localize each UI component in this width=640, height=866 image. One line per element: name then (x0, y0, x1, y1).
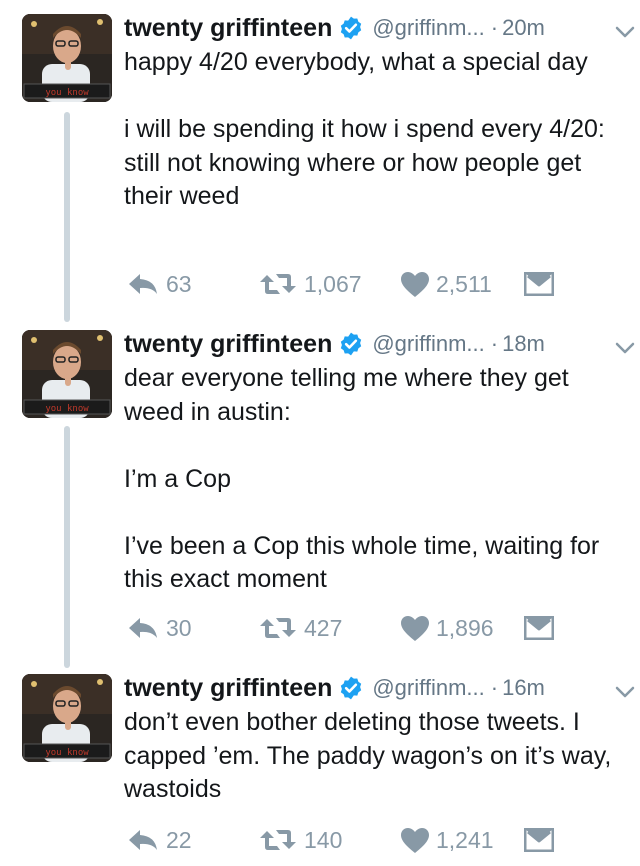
reply-button[interactable]: 30 (126, 610, 192, 646)
reply-count: 30 (166, 614, 192, 641)
retweet-button[interactable]: 140 (258, 822, 342, 858)
chevron-down-icon[interactable] (614, 24, 636, 40)
tweet-text: dear everyone telling me where they get … (124, 364, 600, 593)
timestamp[interactable]: 20m (502, 15, 545, 41)
reply-count: 22 (166, 826, 192, 853)
direct-message-button[interactable] (524, 266, 554, 302)
avatar-caption: you know (45, 748, 89, 758)
display-name[interactable]: twenty griffinteen (124, 14, 332, 43)
verified-badge-icon (338, 331, 364, 357)
tweet-header: twenty griffinteen @griffinm... · 20m (124, 10, 624, 46)
user-handle[interactable]: @griffinm... (372, 331, 484, 357)
heart-icon (401, 615, 429, 641)
reply-icon (129, 830, 157, 850)
heart-icon (401, 827, 429, 853)
direct-message-icon (524, 272, 554, 296)
retweet-count: 140 (304, 826, 343, 853)
tweet-actions: 22 140 1,241 (124, 822, 564, 858)
separator-dot: · (490, 15, 499, 40)
reply-button[interactable]: 63 (126, 266, 192, 302)
tweet-content: twenty griffinteen @griffinm... · 16m do… (124, 670, 624, 807)
heart-icon (401, 271, 429, 297)
tweet[interactable]: you know twenty griffinteen @griffinm...… (0, 316, 640, 668)
thread-line (64, 112, 70, 322)
timestamp[interactable]: 16m (502, 675, 545, 701)
separator-dot: · (490, 331, 499, 356)
retweet-icon (260, 618, 296, 638)
display-name[interactable]: twenty griffinteen (124, 674, 332, 703)
like-count: 1,241 (436, 826, 494, 853)
tweet-content: twenty griffinteen @griffinm... · 20m ha… (124, 10, 624, 214)
verified-badge-icon (338, 15, 364, 41)
verified-badge-icon (338, 675, 364, 701)
display-name[interactable]: twenty griffinteen (124, 330, 332, 359)
timestamp[interactable]: 18m (502, 331, 545, 357)
tweet-thread: you know twenty griffinteen @griffinm...… (0, 0, 640, 866)
reply-count: 63 (166, 270, 192, 297)
like-button[interactable]: 2,511 (400, 266, 492, 302)
retweet-button[interactable]: 1,067 (258, 266, 362, 302)
avatar[interactable]: you know (22, 14, 112, 102)
retweet-count: 1,067 (304, 270, 362, 297)
retweet-icon (260, 274, 296, 294)
avatar[interactable]: you know (22, 330, 112, 418)
retweet-icon (260, 830, 296, 850)
tweet-text: don’t even bother deleting those tweets.… (124, 708, 619, 803)
chevron-down-icon[interactable] (614, 340, 636, 356)
tweet-actions: 30 427 1,896 (124, 610, 564, 646)
user-handle[interactable]: @griffinm... (372, 675, 484, 701)
avatar-caption: you know (45, 88, 89, 98)
like-count: 1,896 (436, 614, 494, 641)
direct-message-icon (524, 616, 554, 640)
retweet-count: 427 (304, 614, 343, 641)
separator-dot: · (490, 675, 499, 700)
like-button[interactable]: 1,241 (400, 822, 494, 858)
retweet-button[interactable]: 427 (258, 610, 342, 646)
tweet-content: twenty griffinteen @griffinm... · 18m de… (124, 326, 624, 597)
tweet-header: twenty griffinteen @griffinm... · 16m (124, 670, 624, 706)
tweet-text: happy 4/20 everybody, what a special day… (124, 48, 605, 210)
like-button[interactable]: 1,896 (400, 610, 494, 646)
reply-icon (129, 274, 157, 294)
tweet[interactable]: you know twenty griffinteen @griffinm...… (0, 0, 640, 322)
user-handle[interactable]: @griffinm... (372, 15, 484, 41)
tweet[interactable]: you know twenty griffinteen @griffinm...… (0, 660, 640, 866)
chevron-down-icon[interactable] (614, 684, 636, 700)
avatar[interactable]: you know (22, 674, 112, 762)
direct-message-button[interactable] (524, 610, 554, 646)
direct-message-icon (524, 828, 554, 852)
reply-icon (129, 618, 157, 638)
reply-button[interactable]: 22 (126, 822, 192, 858)
direct-message-button[interactable] (524, 822, 554, 858)
thread-line (64, 426, 70, 668)
tweet-header: twenty griffinteen @griffinm... · 18m (124, 326, 624, 362)
like-count: 2,511 (436, 270, 492, 297)
avatar-caption: you know (45, 404, 89, 414)
tweet-actions: 63 1,067 2,511 (124, 266, 564, 302)
